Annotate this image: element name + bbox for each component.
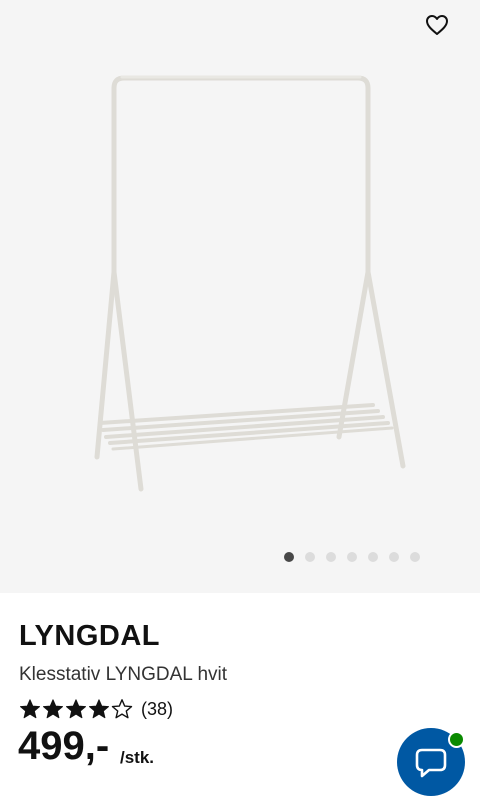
gallery-dot[interactable] [326, 552, 336, 562]
favorite-button[interactable] [422, 10, 452, 40]
star-outline-icon [111, 699, 133, 719]
gallery-dot[interactable] [305, 552, 315, 562]
star-filled-icon [66, 699, 86, 719]
gallery-pagination [284, 552, 420, 562]
product-image-gallery[interactable] [0, 0, 480, 593]
price-unit: /stk. [120, 748, 155, 767]
rating-stars [19, 698, 133, 720]
product-image [94, 75, 406, 492]
product-rating[interactable]: (38) [19, 697, 173, 721]
review-count: (38) [141, 698, 174, 719]
gallery-dot[interactable] [389, 552, 399, 562]
product-price: 499,- [18, 724, 110, 768]
gallery-dot[interactable] [410, 552, 420, 562]
gallery-dot[interactable] [368, 552, 378, 562]
star-filled-icon [20, 699, 40, 719]
gallery-dot[interactable] [284, 552, 294, 562]
product-name: LYNGDAL [19, 620, 160, 652]
heart-outline-icon [426, 15, 448, 35]
product-description: Klesstativ LYNGDAL hvit [19, 664, 228, 685]
chat-bubble-icon [415, 748, 447, 778]
gallery-dot[interactable] [347, 552, 357, 562]
star-filled-icon [43, 699, 63, 719]
online-status-indicator [448, 731, 465, 748]
star-filled-icon [89, 699, 109, 719]
